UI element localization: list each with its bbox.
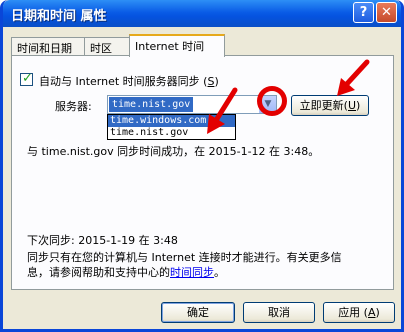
sync-note-line: 同步只有在您的计算机与 Internet 连接时才能进行。有关更多信 — [27, 251, 342, 264]
server-label: 服务器: — [55, 100, 92, 113]
tab-date-time[interactable]: 时间和日期 — [11, 37, 85, 56]
update-now-button[interactable]: 立即更新(U) — [291, 95, 369, 116]
auto-sync-checkbox[interactable]: ✓ — [20, 71, 33, 86]
auto-sync-label[interactable]: 自动与 Internet 时间服务器同步 (S) — [39, 73, 219, 89]
close-button[interactable]: ✕ — [376, 2, 397, 23]
annotation-arrow-icon — [207, 87, 238, 134]
server-select[interactable]: time.nist.gov ▼ — [107, 95, 277, 114]
window-title: 日期和时间 属性 — [11, 9, 107, 24]
tab-internet-time[interactable]: Internet 时间 — [129, 34, 225, 57]
cancel-button[interactable]: 取消 — [243, 302, 315, 323]
next-sync-text: 下次同步: 2015-1-19 在 3:48 — [27, 234, 178, 247]
tab-time-zone[interactable]: 时区 — [84, 37, 130, 56]
apply-button[interactable]: 应用 (A) — [323, 302, 395, 323]
title-bar[interactable]: 日期和时间 属性 ? ✕ — [3, 0, 401, 27]
sync-note-line: 息，请参阅帮助和支持中心的时间同步。 — [27, 266, 225, 279]
help-button[interactable]: ? — [353, 2, 374, 23]
checkmark-icon: ✓ — [22, 71, 33, 86]
sync-status-message: 与 time.nist.gov 同步时间成功，在 2015-1-12 在 3:4… — [27, 145, 320, 158]
annotation-circle — [257, 86, 287, 116]
ok-button[interactable]: 确定 — [161, 302, 235, 323]
annotation-arrow-icon — [337, 59, 370, 96]
time-sync-help-link[interactable]: 时间同步 — [170, 266, 214, 279]
date-time-properties-window: 日期和时间 属性 ? ✕ 时间和日期 时区 Internet 时间 ✓ 自动与 … — [0, 0, 404, 332]
server-select-value: time.nist.gov — [109, 97, 194, 112]
